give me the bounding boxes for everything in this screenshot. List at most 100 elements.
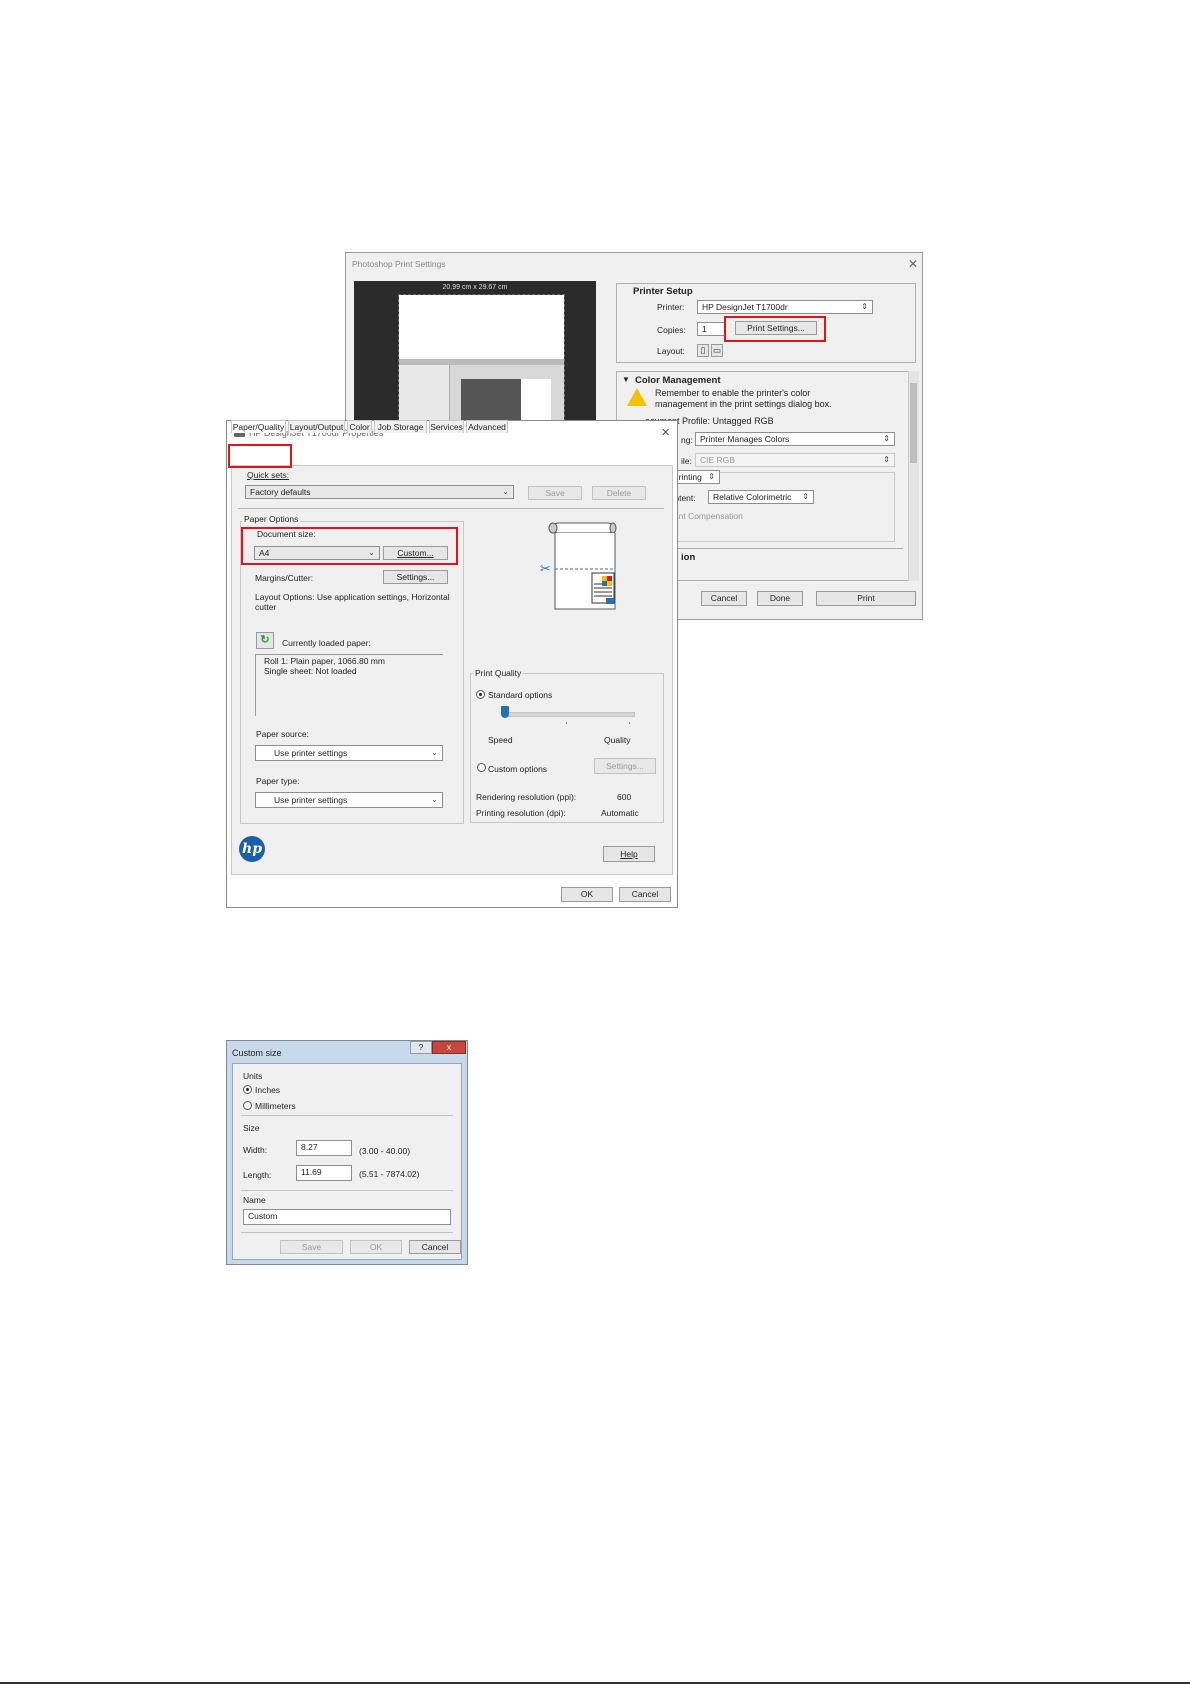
paper-type-select[interactable]: Use printer settings ⌄ (255, 792, 443, 808)
section-fragment-label: ion (681, 552, 696, 563)
tab-services[interactable]: Services (429, 420, 464, 433)
layout-options-line-1: Layout Options: Use application settings… (255, 592, 450, 602)
name-label: Name (243, 1195, 266, 1205)
quality-label: Quality (604, 735, 631, 745)
printer-setup-heading: Printer Setup (633, 286, 693, 297)
scroll-thumb[interactable] (910, 383, 917, 463)
tab-job-storage[interactable]: Job Storage (374, 420, 427, 433)
paper-source-label: Paper source: (256, 729, 309, 739)
tab-advanced[interactable]: Advanced (466, 420, 508, 433)
paper-source-select[interactable]: Use printer settings ⌄ (255, 745, 443, 761)
color-handling-select[interactable]: Printer Manages Colors ⇕ (695, 432, 895, 446)
units-divider (241, 1115, 453, 1116)
tab-paper-quality[interactable]: Paper/Quality (231, 420, 286, 433)
quick-sets-label: Quick sets: (247, 470, 290, 480)
size-label: Size (243, 1123, 260, 1133)
length-label: Length: (243, 1170, 272, 1180)
custom-options-radio[interactable] (477, 763, 486, 772)
printer-label: Printer: (657, 302, 685, 312)
paper-quality-tab-highlight (228, 444, 292, 468)
paper-type-label: Paper type: (256, 776, 300, 786)
currently-loaded-paper-label: Currently loaded paper: (282, 638, 371, 648)
loaded-paper-line-2: Single sheet: Not loaded (264, 666, 357, 676)
printer-profile-label: ile: (681, 456, 692, 466)
rendering-subgroup: Printing ⇕ Intent: Relative Colorimetric… (667, 470, 895, 542)
color-management-heading: Color Management (635, 375, 721, 386)
quality-slider-track[interactable] (503, 712, 635, 717)
copies-label: Copies: (657, 325, 686, 335)
name-divider (241, 1232, 453, 1233)
width-range: (3.00 - 40.00) (359, 1146, 411, 1156)
photoshop-print-button[interactable]: Print (816, 591, 916, 606)
warning-line-2: management in the print settings dialog … (655, 399, 832, 409)
length-input[interactable]: 11.69 (296, 1165, 352, 1181)
hp-logo: hp (239, 836, 265, 862)
layout-label: Layout: (657, 346, 685, 356)
updown-icon: ⇕ (883, 455, 890, 464)
tab-color[interactable]: Color (347, 420, 372, 433)
paper-roll-illustration: ✂ (540, 522, 617, 610)
margins-settings-button[interactable]: Settings... (383, 570, 448, 584)
landscape-layout-icon[interactable]: ▭ (711, 344, 723, 357)
document-size-highlight (241, 527, 458, 565)
length-range: (5.51 - 7874.02) (359, 1169, 420, 1179)
custom-size-title: Custom size (232, 1048, 282, 1058)
standard-options-radio[interactable] (476, 690, 485, 699)
help-icon[interactable]: ? (410, 1041, 432, 1054)
custom-options-label: Custom options (488, 764, 548, 774)
print-settings-highlight (724, 316, 826, 342)
quick-sets-select[interactable]: Factory defaults ⌄ (245, 485, 514, 499)
print-quality-label: Print Quality (473, 668, 524, 678)
units-label: Units (243, 1071, 263, 1081)
margins-cutter-label: Margins/Cutter: (255, 573, 314, 583)
color-management-scrollbar[interactable] (908, 371, 919, 581)
inches-radio[interactable] (243, 1085, 252, 1094)
custom-size-save-button[interactable]: Save (280, 1240, 343, 1254)
name-input[interactable]: Custom (243, 1209, 451, 1225)
close-icon[interactable]: ✕ (661, 426, 670, 439)
print-quality-settings-button[interactable]: Settings... (594, 758, 656, 774)
printing-resolution-value: Automatic (601, 808, 639, 818)
hp-ok-button[interactable]: OK (561, 887, 613, 902)
size-divider (241, 1190, 453, 1191)
close-icon[interactable]: x (432, 1041, 466, 1054)
photoshop-dialog-title: Photoshop Print Settings (352, 259, 446, 269)
speed-label: Speed (488, 735, 513, 745)
tab-layout-output[interactable]: Layout/Output (288, 420, 345, 433)
portrait-layout-icon[interactable]: ▯ (697, 344, 709, 357)
updown-icon: ⇕ (708, 472, 715, 481)
millimeters-radio[interactable] (243, 1101, 252, 1110)
chevron-down-icon: ⌄ (502, 487, 509, 496)
custom-size-cancel-button[interactable]: Cancel (409, 1240, 461, 1254)
warning-line-1: Remember to enable the printer's color (655, 388, 811, 398)
disclosure-triangle-icon[interactable]: ▼ (622, 375, 630, 384)
quick-sets-delete-button[interactable]: Delete (592, 486, 646, 500)
updown-icon: ⇕ (861, 302, 868, 311)
quick-sets-divider (238, 508, 664, 509)
custom-size-ok-button[interactable]: OK (350, 1240, 402, 1254)
photoshop-done-button[interactable]: Done (757, 591, 803, 606)
chevron-down-icon: ⌄ (431, 748, 438, 757)
rendering-resolution-label: Rendering resolution (ppi): (476, 792, 577, 802)
loaded-paper-line-1: Roll 1: Plain paper, 1066.80 mm (264, 656, 385, 666)
rendering-intent-select[interactable]: Relative Colorimetric ⇕ (708, 490, 814, 504)
close-icon[interactable]: ✕ (908, 257, 918, 271)
width-input[interactable]: 8.27 (296, 1140, 352, 1156)
quick-sets-save-button[interactable]: Save (528, 486, 582, 500)
millimeters-label: Millimeters (255, 1101, 296, 1111)
refresh-icon[interactable]: ↻ (256, 632, 274, 649)
printing-resolution-label: Printing resolution (dpi): (476, 808, 566, 818)
updown-icon: ⇕ (883, 434, 890, 443)
quality-slider-thumb[interactable] (501, 706, 509, 718)
copies-input[interactable]: 1 (697, 322, 725, 336)
svg-text:✂: ✂ (540, 562, 551, 577)
custom-size-dialog: Custom size ? x Units Inches Millimeters… (226, 1040, 468, 1265)
photoshop-cancel-button[interactable]: Cancel (701, 591, 747, 606)
preview-size-label: 20.99 cm x 29.67 cm (442, 284, 508, 291)
printer-profile-select[interactable]: CIE RGB ⇕ (695, 453, 895, 467)
layout-options-line-2: cutter (255, 602, 277, 612)
hp-cancel-button[interactable]: Cancel (619, 887, 671, 902)
printer-select[interactable]: HP DesignJet T1700dr ⇕ (697, 300, 873, 314)
standard-options-label: Standard options (488, 690, 553, 700)
help-button[interactable]: Help (603, 846, 655, 862)
